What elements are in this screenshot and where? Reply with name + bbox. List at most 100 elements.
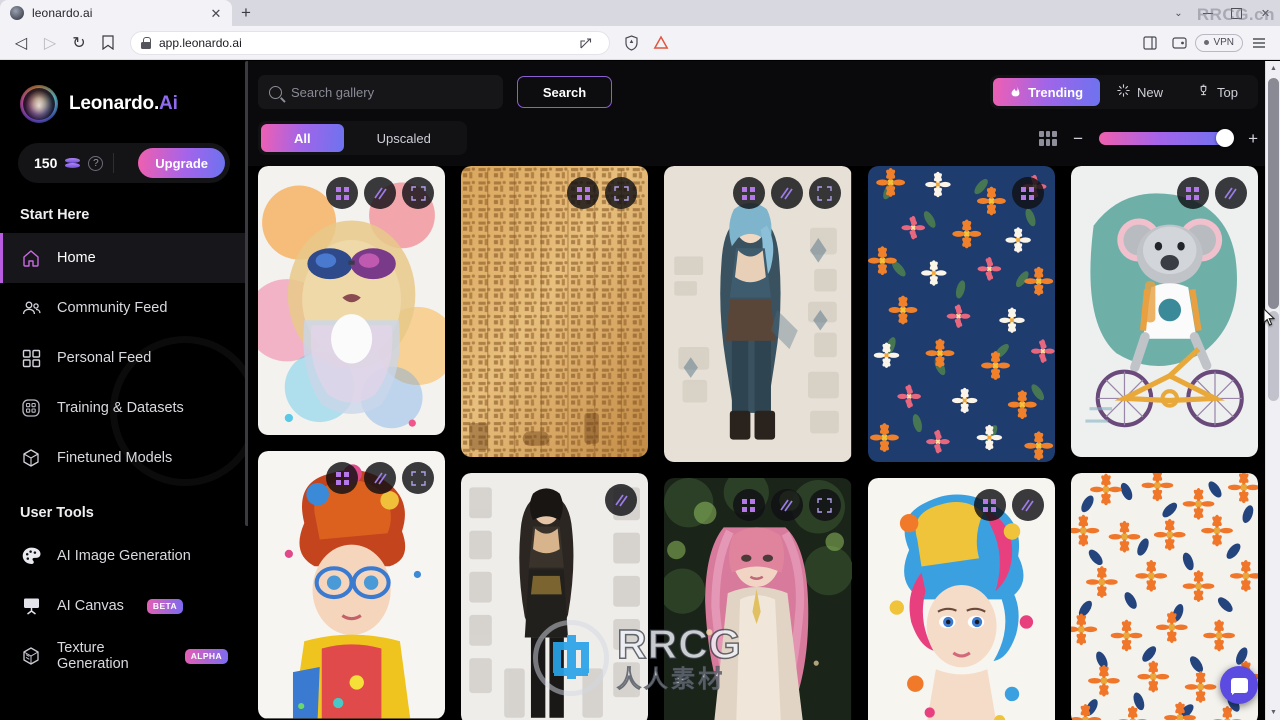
motion-icon[interactable] [1214,177,1247,209]
filter-upscaled[interactable]: Upscaled [344,124,464,152]
masonry-grid [248,166,1280,720]
sparkle-icon [1117,84,1130,100]
forward-icon[interactable]: ▷ [37,30,63,56]
motion-icon[interactable] [1011,489,1044,522]
remix-icon[interactable] [567,177,600,209]
brand-logo-block[interactable]: Leonardo.Ai [0,85,248,123]
token-coin-icon [65,156,81,171]
flame-icon [1010,84,1021,100]
sidebar-item-home[interactable]: Home [0,233,248,283]
expand-icon[interactable] [402,177,435,209]
sidebar-item-ai-canvas[interactable]: AI Canvas BETA [0,581,248,631]
remix-icon[interactable] [732,177,765,209]
brave-leo-icon[interactable] [648,30,674,56]
card-action-group [732,489,841,522]
address-bar[interactable]: app.leonardo.ai [130,30,610,56]
main-content: Search Trending New [248,61,1280,720]
close-icon[interactable]: ✕ [208,5,224,21]
motion-icon[interactable] [770,177,803,209]
grid-density-icon[interactable] [1039,130,1058,146]
brave-wallet-icon[interactable] [1166,30,1192,56]
expand-icon[interactable] [808,489,841,522]
motion-icon[interactable] [605,484,638,517]
scroll-track-top[interactable] [1268,78,1279,309]
upgrade-button[interactable]: Upgrade [138,148,225,178]
sidebar-item-ai-image-generation[interactable]: AI Image Generation [0,531,248,581]
zoom-slider-thumb[interactable] [1216,129,1235,147]
remix-icon[interactable] [732,489,765,522]
egyptian-hieroglyph-papyrus [461,166,649,458]
trophy-icon [1197,84,1210,100]
new-tab-button[interactable]: + [232,0,260,26]
gallery-card[interactable] [461,166,649,458]
sidebar-item-finetuned-models[interactable]: Finetuned Models [0,433,248,483]
search-icon [269,85,282,99]
community-icon [20,297,42,319]
motion-icon[interactable] [364,177,397,209]
tab-top[interactable]: Top [1180,78,1255,106]
vpn-button[interactable]: VPN [1195,33,1243,52]
tab-trending[interactable]: Trending [993,78,1101,106]
gallery-card[interactable] [1070,166,1258,458]
expand-icon[interactable] [605,177,638,209]
bookmark-icon[interactable] [95,30,121,56]
help-circle-icon[interactable]: ? [88,155,104,171]
page-scrollbar[interactable]: ▲ ▼ [1265,61,1280,720]
palette-icon [20,545,42,567]
hamburger-menu-icon[interactable] [1246,30,1272,56]
zoom-out-button[interactable]: − [1073,130,1083,147]
scroll-up-arrow[interactable]: ▲ [1266,61,1280,76]
motion-icon[interactable] [364,462,397,495]
gallery-card[interactable] [258,451,446,719]
minimize-icon[interactable] [1193,0,1222,26]
filter-all[interactable]: All [261,124,344,152]
search-box[interactable] [258,75,503,109]
browser-tab[interactable]: leonardo.ai ✕ [0,0,232,26]
sidebar-item-label: AI Canvas [57,598,124,614]
sidebar-section-title-user-tools: User Tools [20,505,94,521]
sidebar-item-community-feed[interactable]: Community Feed [0,283,248,333]
scroll-down-arrow[interactable]: ▼ [1266,705,1280,720]
remix-icon[interactable] [973,489,1006,522]
remix-icon[interactable] [326,462,359,495]
zoom-slider[interactable] [1099,129,1235,147]
window-close-icon[interactable]: ✕ [1251,0,1280,26]
search-input[interactable] [291,84,492,100]
zoom-in-button[interactable]: + [1248,130,1258,147]
back-icon[interactable]: ◁ [8,30,34,56]
chat-bubble-icon [1230,677,1248,693]
sidebar-panel-icon[interactable] [1137,30,1163,56]
remix-icon[interactable] [326,177,359,209]
intercom-chat-button[interactable] [1220,666,1258,704]
sidebar-item-label: Texture Generation [57,640,129,672]
brave-shield-icon[interactable] [619,30,645,56]
expand-icon[interactable] [402,462,435,495]
gallery-card[interactable] [867,478,1055,720]
sidebar-item-label: Training & Datasets [57,400,184,416]
sidebar-item-training-datasets[interactable]: Training & Datasets [0,383,248,433]
remix-icon[interactable] [1176,177,1209,209]
motion-icon[interactable] [770,489,803,522]
tab-label: New [1137,84,1164,100]
share-icon[interactable] [573,30,599,56]
gallery-card[interactable] [461,473,649,720]
card-action-group [973,489,1044,522]
gallery-card[interactable] [664,166,852,463]
expand-icon[interactable] [808,177,841,209]
gallery-card[interactable] [664,478,852,720]
brand-name: Leonardo.Ai [69,93,178,114]
sidebar-item-personal-feed[interactable]: Personal Feed [0,333,248,383]
gallery-card[interactable] [867,166,1055,463]
image-gallery[interactable] [248,166,1280,720]
sidebar-item-label: AI Image Generation [57,548,191,564]
sidebar-item-texture-generation[interactable]: Texture Generation ALPHA [0,631,248,681]
maximize-icon[interactable] [1222,0,1251,26]
scroll-thumb[interactable] [1268,311,1279,401]
reload-icon[interactable]: ↻ [66,30,92,56]
chevron-down-icon[interactable]: ⌄ [1164,0,1193,26]
search-button[interactable]: Search [517,76,612,108]
gallery-card[interactable] [258,166,446,436]
blue-haired-warrior-character-sheet [664,166,852,463]
tab-new[interactable]: New [1100,78,1180,106]
remix-icon[interactable] [1011,177,1044,209]
